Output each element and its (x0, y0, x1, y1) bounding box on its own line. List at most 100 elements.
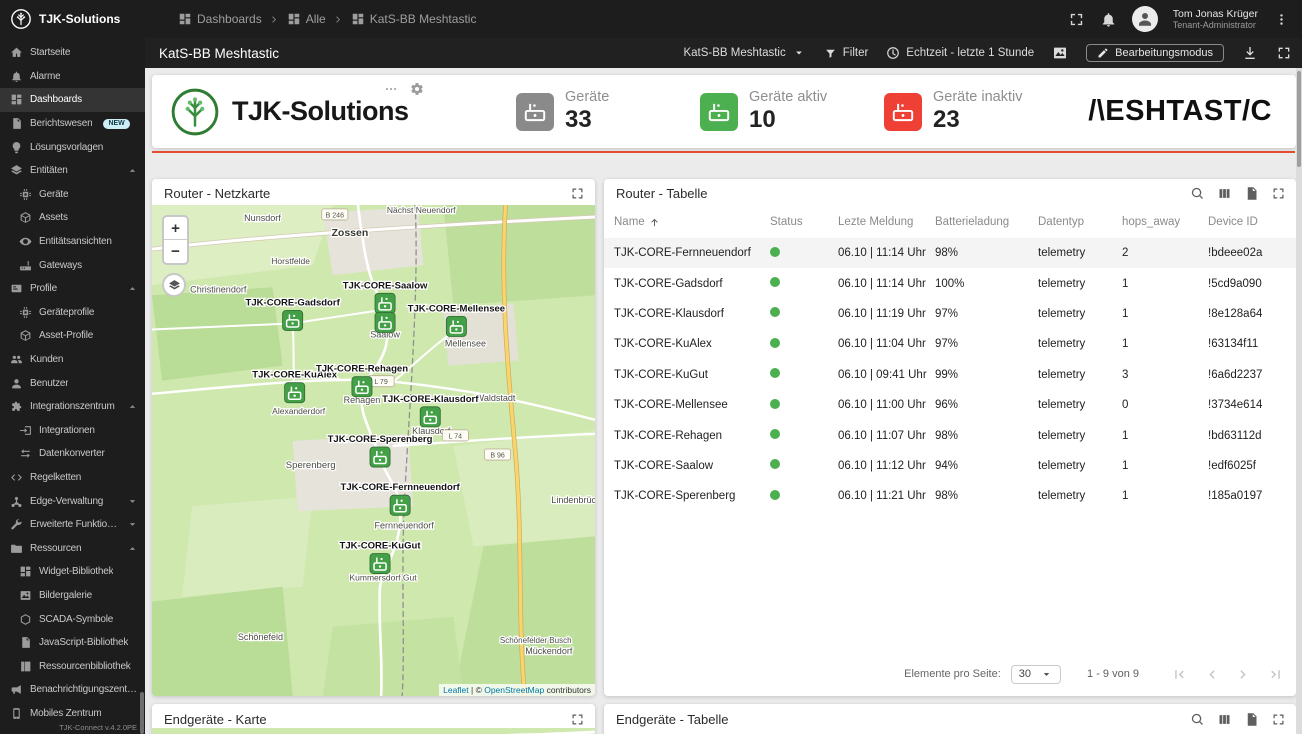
sidebar-item-kunden[interactable]: Kunden (0, 348, 145, 372)
sidebar-item-erweiterte-funktionen[interactable]: Erweiterte Funktionen (0, 513, 145, 537)
kebab-menu-icon[interactable] (1273, 11, 1290, 28)
table-row-tjk-core-kualex[interactable]: TJK-CORE-KuAlex06.10 | 11:04 Uhr97%telem… (604, 329, 1296, 359)
main-scrollbar[interactable] (1296, 68, 1302, 734)
breadcrumb-item-alle[interactable]: Alle (287, 12, 326, 26)
sidebar-item-l-sungsvorlagen[interactable]: Lösungsvorlagen (0, 135, 145, 159)
last-page-icon[interactable] (1267, 666, 1284, 683)
toolbar-fullscreen-icon[interactable] (1276, 45, 1292, 61)
table-row-tjk-core-gadsdorf[interactable]: TJK-CORE-Gadsdorf06.10 | 11:14 Uhr100%te… (604, 268, 1296, 298)
home-icon (10, 46, 23, 59)
breadcrumb-item-dashboards[interactable]: Dashboards (178, 12, 262, 26)
dashboard-select[interactable]: KatS-BB Meshtastic (683, 46, 805, 60)
column-header-batterieladung[interactable]: Batterieladung (935, 216, 1038, 228)
sidebar-item-integrationen[interactable]: Integrationen (0, 419, 145, 443)
columns-icon[interactable] (1217, 712, 1232, 727)
table-row-tjk-core-saalow[interactable]: TJK-CORE-Saalow06.10 | 11:12 Uhr94%telem… (604, 451, 1296, 481)
zoom-out-button[interactable]: − (164, 240, 187, 263)
per-page-select[interactable]: 30 (1011, 665, 1061, 684)
sidebar-item-regelketten[interactable]: Regelketten (0, 466, 145, 490)
filter-button[interactable]: Filter (824, 47, 869, 60)
devices-map-widget: Endgeräte - Karte (152, 704, 595, 734)
sidebar-item-ressourcen[interactable]: Ressourcen (0, 536, 145, 560)
widget-fullscreen-icon[interactable] (570, 712, 585, 727)
status-dot (770, 307, 780, 317)
widget-fullscreen-icon[interactable] (1271, 186, 1286, 201)
caret-down-icon (126, 495, 139, 508)
export-icon[interactable] (1244, 186, 1259, 201)
more-icon[interactable] (384, 82, 398, 96)
sidebar-item-berichtswesen[interactable]: BerichtswesenNEW (0, 112, 145, 136)
map-layers-button[interactable] (162, 273, 186, 297)
sidebar-item-mobiles-zentrum[interactable]: Mobiles Zentrum (0, 702, 145, 726)
svg-text:L 79: L 79 (374, 379, 387, 386)
sidebar-item-edge-verwaltung[interactable]: Edge-Verwaltung (0, 489, 145, 513)
sidebar-item-alarme[interactable]: Alarme (0, 65, 145, 89)
sidebar-item-label: Bildergalerie (39, 590, 92, 601)
cell-name: TJK-CORE-KuGut (614, 369, 770, 381)
widget-fullscreen-icon[interactable] (1271, 712, 1286, 727)
sidebar-item-javascript-bibliothek[interactable]: JavaScript-Bibliothek (0, 631, 145, 655)
sidebar-item-ressourcenbibliothek[interactable]: Ressourcenbibliothek (0, 654, 145, 678)
osm-link[interactable]: OpenStreetMap (484, 685, 544, 695)
table-row-tjk-core-kugut[interactable]: TJK-CORE-KuGut06.10 | 09:41 Uhr99%teleme… (604, 360, 1296, 390)
sidebar-item-widget-bibliothek[interactable]: Widget-Bibliothek (0, 560, 145, 584)
timewindow-button[interactable]: Echtzeit - letzte 1 Stunde (886, 46, 1034, 60)
screenshot-icon[interactable] (1052, 45, 1068, 61)
column-header-hops-away[interactable]: hops_away (1122, 216, 1208, 228)
scrollbar-thumb[interactable] (1297, 71, 1301, 167)
previous-page-icon[interactable] (1203, 666, 1220, 683)
sidebar-item-bildergalerie[interactable]: Bildergalerie (0, 584, 145, 608)
sidebar-item-benachrichtigungszentrale[interactable]: Benachrichtigungszentrale (0, 678, 145, 702)
cell-datatype: telemetry (1038, 278, 1122, 290)
sidebar-item-benutzer[interactable]: Benutzer (0, 371, 145, 395)
breadcrumb: Dashboards Alle KatS-BB Meshtastic (178, 12, 476, 26)
column-header-device-id[interactable]: Device ID (1208, 216, 1296, 228)
sidebar-item-profile[interactable]: Profile (0, 277, 145, 301)
search-icon[interactable] (1190, 186, 1205, 201)
avatar[interactable] (1132, 6, 1158, 32)
sidebar-item-ger-te[interactable]: Geräte (0, 183, 145, 207)
app-logo[interactable]: TJK-Solutions (10, 8, 148, 30)
fullscreen-icon[interactable] (1068, 11, 1085, 28)
column-header-status[interactable]: Status (770, 216, 838, 228)
leaflet-link[interactable]: Leaflet (443, 685, 469, 695)
meshtastic-logo: /\ESHTAST/C (1088, 95, 1278, 128)
sidebar-item-dashboards[interactable]: Dashboards (0, 88, 145, 112)
leaflet-map[interactable] (152, 728, 595, 734)
column-header-lezte-meldung[interactable]: Lezte Meldung (838, 216, 935, 228)
sidebar-item-startseite[interactable]: Startseite (0, 41, 145, 65)
edit-mode-button[interactable]: Bearbeitungsmodus (1086, 44, 1224, 62)
sidebar-item-entit-tsansichten[interactable]: Entitätsansichten (0, 230, 145, 254)
search-icon[interactable] (1190, 712, 1205, 727)
map-marker[interactable] (375, 312, 395, 332)
user-info[interactable]: Tom Jonas Krüger Tenant-Administrator (1173, 8, 1258, 30)
cell-datatype: telemetry (1038, 308, 1122, 320)
columns-icon[interactable] (1217, 186, 1232, 201)
widget-fullscreen-icon[interactable] (570, 186, 585, 201)
sidebar-item-gateways[interactable]: Gateways (0, 253, 145, 277)
table-row-tjk-core-klausdorf[interactable]: TJK-CORE-Klausdorf06.10 | 11:19 Uhr97%te… (604, 299, 1296, 329)
column-header-name[interactable]: Name (614, 216, 770, 228)
table-row-tjk-core-mellensee[interactable]: TJK-CORE-Mellensee06.10 | 11:00 Uhr96%te… (604, 390, 1296, 420)
sidebar-item-datenkonverter[interactable]: Datenkonverter (0, 442, 145, 466)
sidebar-item-entit-ten[interactable]: Entitäten (0, 159, 145, 183)
sidebar-scrollbar[interactable] (140, 692, 144, 734)
table-row-tjk-core-rehagen[interactable]: TJK-CORE-Rehagen06.10 | 11:07 Uhr98%tele… (604, 420, 1296, 450)
table-row-tjk-core-sperenberg[interactable]: TJK-CORE-Sperenberg06.10 | 11:21 Uhr98%t… (604, 481, 1296, 511)
table-row-tjk-core-fernneuendorf[interactable]: TJK-CORE-Fernneuendorf06.10 | 11:14 Uhr9… (604, 238, 1296, 268)
leaflet-map[interactable]: NunsdorfNächst NeuendorfZossenHorstfelde… (152, 205, 595, 696)
first-page-icon[interactable] (1171, 666, 1188, 683)
gear-icon[interactable] (410, 82, 424, 96)
zoom-in-button[interactable]: + (164, 217, 187, 240)
breadcrumb-item-kats-bb-meshtastic[interactable]: KatS-BB Meshtastic (351, 12, 477, 26)
sidebar-item-ger-teprofile[interactable]: Geräteprofile (0, 301, 145, 325)
sidebar-item-asset-profile[interactable]: Asset-Profile (0, 324, 145, 348)
next-page-icon[interactable] (1235, 666, 1252, 683)
export-icon[interactable] (1244, 712, 1259, 727)
column-header-datentyp[interactable]: Datentyp (1038, 216, 1122, 228)
sidebar-item-assets[interactable]: Assets (0, 206, 145, 230)
sidebar-item-integrationszentrum[interactable]: Integrationszentrum (0, 395, 145, 419)
notifications-bell-icon[interactable] (1100, 11, 1117, 28)
sidebar-item-scada-symbole[interactable]: SCADA-Symbole (0, 607, 145, 631)
download-icon[interactable] (1242, 45, 1258, 61)
